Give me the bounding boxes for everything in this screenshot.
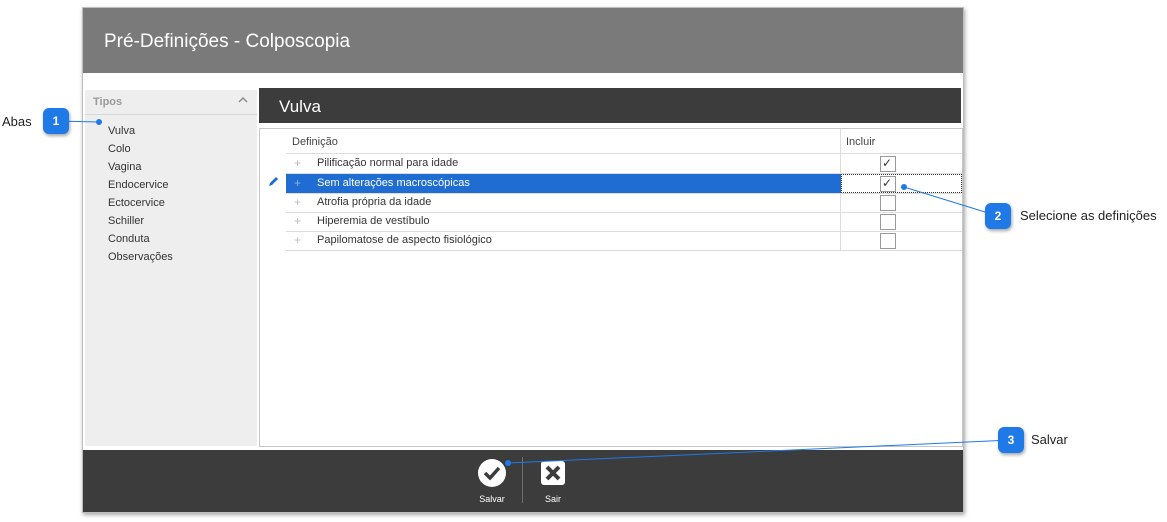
- callout-2-badge: 2: [985, 203, 1011, 229]
- callout-2-dot: [901, 184, 907, 190]
- callout-1-badge: 1: [43, 108, 69, 134]
- callout-lines: [55, 119, 1012, 466]
- callout-3-badge: 3: [998, 427, 1024, 453]
- callout-2-label: Selecione as definições: [1020, 208, 1157, 223]
- callout-3-line: [507, 439, 1012, 464]
- callout-1-label: Abas: [2, 114, 32, 129]
- callout-3-dot: [505, 460, 511, 466]
- callout-3-label: Salvar: [1031, 432, 1068, 447]
- callout-1-dot: [96, 119, 102, 125]
- callout-2-line: [903, 186, 999, 217]
